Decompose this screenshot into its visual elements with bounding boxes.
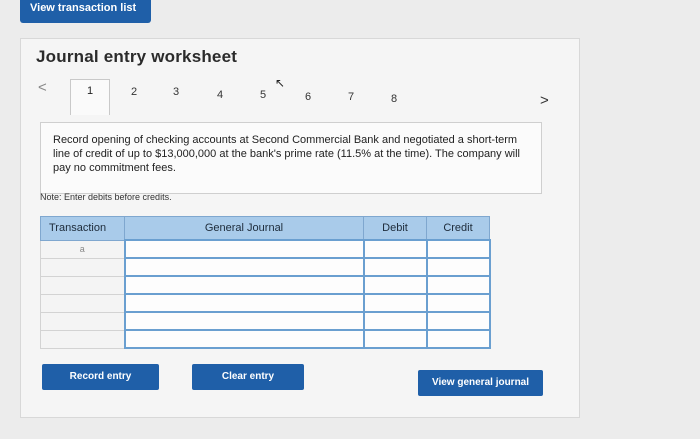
credit-input[interactable]: [425, 239, 491, 259]
debit-input[interactable]: [362, 257, 428, 277]
account-input[interactable]: [123, 239, 365, 259]
tab-8[interactable]: 8: [391, 93, 397, 105]
transaction-cell: [40, 329, 125, 349]
debit-input[interactable]: [362, 275, 428, 295]
table-header-row: Transaction General Journal Debit Credit: [40, 216, 490, 241]
table-row: [40, 311, 491, 331]
clear-entry-button[interactable]: Clear entry: [192, 364, 304, 390]
instruction-box: Record opening of checking accounts at S…: [40, 122, 542, 194]
header-credit: Credit: [426, 216, 490, 241]
prev-icon[interactable]: <: [38, 79, 47, 96]
journal-table: Transaction General Journal Debit Credit…: [40, 216, 491, 349]
next-icon[interactable]: >: [540, 92, 549, 109]
view-transaction-list-button[interactable]: View transaction list: [20, 0, 151, 23]
debit-input[interactable]: [362, 311, 428, 331]
account-input[interactable]: [123, 275, 365, 295]
debit-input[interactable]: [362, 329, 428, 349]
worksheet-title: Journal entry worksheet: [36, 47, 238, 66]
tab-label: 1: [86, 85, 94, 97]
transaction-cell: a: [40, 239, 125, 259]
account-input[interactable]: [123, 257, 365, 277]
header-general-journal: General Journal: [124, 216, 364, 241]
account-input[interactable]: [123, 329, 365, 349]
transaction-cell: [40, 311, 125, 331]
transaction-cell: [40, 293, 125, 313]
account-input[interactable]: [123, 293, 365, 313]
table-row: [40, 329, 491, 349]
tab-5[interactable]: 5: [260, 89, 266, 101]
table-row: a: [40, 239, 491, 259]
header-transaction: Transaction: [40, 216, 125, 241]
tab-4[interactable]: 4: [217, 89, 223, 101]
transaction-cell: [40, 257, 125, 277]
table-row: [40, 257, 491, 277]
tab-2[interactable]: 2: [131, 86, 137, 98]
header-debit: Debit: [363, 216, 427, 241]
table-row: [40, 275, 491, 295]
credit-input[interactable]: [425, 311, 491, 331]
note-text: Note: Enter debits before credits.: [40, 192, 172, 202]
record-entry-button[interactable]: Record entry: [42, 364, 159, 390]
credit-input[interactable]: [425, 329, 491, 349]
credit-input[interactable]: [425, 275, 491, 295]
tab-7[interactable]: 7: [348, 91, 354, 103]
credit-input[interactable]: [425, 257, 491, 277]
tab-1[interactable]: 1: [70, 79, 110, 115]
mouse-cursor-icon: ↖: [275, 76, 286, 90]
tab-3[interactable]: 3: [173, 86, 179, 98]
debit-input[interactable]: [362, 239, 428, 259]
transaction-cell: [40, 275, 125, 295]
view-general-journal-button[interactable]: View general journal: [418, 370, 543, 396]
debit-input[interactable]: [362, 293, 428, 313]
table-row: [40, 293, 491, 313]
tab-6[interactable]: 6: [305, 91, 311, 103]
credit-input[interactable]: [425, 293, 491, 313]
instruction-text: Record opening of checking accounts at S…: [53, 134, 521, 174]
account-input[interactable]: [123, 311, 365, 331]
